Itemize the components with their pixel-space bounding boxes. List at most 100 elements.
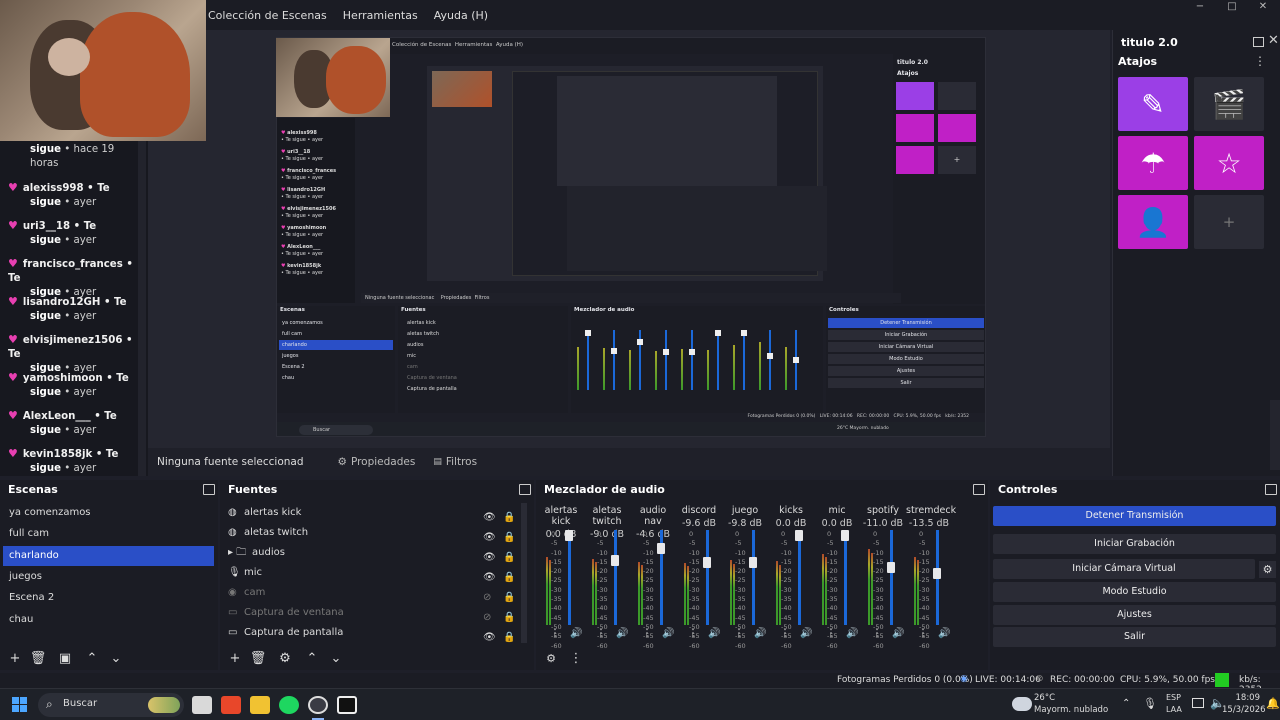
channel-menu-icon[interactable]: ⋮ bbox=[872, 628, 882, 639]
channel-menu-icon[interactable]: ⋮ bbox=[688, 628, 698, 639]
volume-slider[interactable] bbox=[933, 567, 941, 579]
close-button[interactable]: ✕ bbox=[1246, 0, 1280, 14]
speaker-icon[interactable]: 🔊 bbox=[800, 628, 812, 639]
volume-meter[interactable]: 0 -5 -10 -15 -20 -25 -30 -35 -40 -45 -50 -55 -60 bbox=[776, 530, 806, 650]
clock-date[interactable]: 15/3/2026 bbox=[1222, 705, 1266, 715]
channel-menu-icon[interactable]: ⋮ bbox=[734, 628, 744, 639]
speaker-icon[interactable]: 🔊 bbox=[892, 628, 904, 639]
volume-track[interactable] bbox=[752, 530, 755, 625]
volume-track[interactable] bbox=[844, 530, 847, 625]
scene-item[interactable]: chau bbox=[3, 610, 214, 630]
source-item[interactable]: ◉ cam ⊘ 🔒 bbox=[228, 583, 518, 603]
source-item[interactable]: ▭ Captura de ventana ⊘ 🔒 bbox=[228, 603, 518, 623]
delete-scene-button[interactable]: 🗑 bbox=[29, 650, 47, 668]
float-panel-icon[interactable] bbox=[519, 484, 531, 495]
menu-help[interactable]: Ayuda (H) bbox=[434, 9, 488, 22]
file-explorer-icon[interactable] bbox=[250, 696, 270, 714]
add-source-button[interactable]: + bbox=[226, 650, 244, 668]
filters-button[interactable]: ▤ Filtros bbox=[427, 453, 483, 471]
channel-menu-icon[interactable]: ⋮ bbox=[826, 628, 836, 639]
scene-item[interactable]: charlando bbox=[3, 545, 214, 566]
speaker-icon[interactable]: 🔊 bbox=[616, 628, 628, 639]
minimize-button[interactable]: − bbox=[1183, 0, 1217, 14]
move-up-button[interactable]: ⌃ bbox=[303, 650, 321, 668]
volume-track[interactable] bbox=[706, 530, 709, 625]
control-button-6[interactable]: Salir bbox=[993, 627, 1276, 647]
mixer-menu-button[interactable]: ⋮ bbox=[567, 650, 585, 668]
virtual-camera-settings-icon[interactable]: ⚙ bbox=[1259, 561, 1276, 578]
control-button-2[interactable]: Iniciar Grabación bbox=[993, 534, 1276, 554]
float-panel-icon[interactable] bbox=[203, 484, 215, 495]
move-up-button[interactable]: ⌃ bbox=[83, 650, 101, 668]
sources-scrollbar[interactable] bbox=[521, 503, 527, 643]
speaker-icon[interactable]: 🔊 bbox=[938, 628, 950, 639]
volume-meter[interactable]: 0 -5 -10 -15 -20 -25 -30 -35 -40 -45 -50 -55 -60 bbox=[868, 530, 898, 650]
channel-menu-icon[interactable]: ⋮ bbox=[550, 628, 560, 639]
delete-source-button[interactable]: 🗑 bbox=[249, 650, 267, 668]
volume-slider[interactable] bbox=[611, 555, 619, 567]
control-button-5[interactable]: Ajustes bbox=[993, 605, 1276, 625]
add-scene-button[interactable]: + bbox=[6, 650, 24, 668]
taskbar-search[interactable]: ⌕ Buscar bbox=[38, 693, 184, 717]
network-icon[interactable] bbox=[1192, 698, 1204, 708]
menu-tools[interactable]: Herramientas bbox=[343, 9, 418, 22]
speaker-icon[interactable]: 🔊 bbox=[754, 628, 766, 639]
volume-meter[interactable]: 0 -5 -10 -15 -20 -25 -30 -35 -40 -45 -50 -55 -60 bbox=[546, 530, 576, 650]
streamdeck-icon[interactable] bbox=[337, 696, 357, 714]
scene-item[interactable]: Escena 2 bbox=[3, 588, 214, 608]
menu-scene-collection[interactable]: Colección de Escenas bbox=[208, 9, 327, 22]
speaker-icon[interactable]: 🔊 bbox=[570, 628, 582, 639]
scene-filters-button[interactable]: ▣ bbox=[56, 650, 74, 668]
source-item[interactable]: ◍ alertas kick 👁 🔒 bbox=[228, 503, 518, 523]
volume-meter[interactable]: 0 -5 -10 -15 -20 -25 -30 -35 -40 -45 -50 -55 -60 bbox=[914, 530, 944, 650]
volume-slider[interactable] bbox=[657, 542, 665, 554]
shortcut-tile[interactable]: 👤 bbox=[1118, 195, 1188, 249]
volume-track[interactable] bbox=[568, 530, 571, 625]
eye-icon[interactable]: 👁 bbox=[483, 628, 496, 648]
volume-track[interactable] bbox=[798, 530, 801, 625]
speaker-icon[interactable]: 🔊 bbox=[708, 628, 720, 639]
lang-code[interactable]: ESP bbox=[1166, 693, 1181, 702]
scene-item[interactable]: full cam bbox=[3, 524, 214, 544]
volume-meter[interactable]: 0 -5 -10 -15 -20 -25 -30 -35 -40 -45 -50 -55 -60 bbox=[638, 530, 668, 650]
more-options-icon[interactable]: ⋮ bbox=[1254, 54, 1266, 68]
dock-scrollbar[interactable] bbox=[1270, 400, 1280, 470]
volume-meter[interactable]: 0 -5 -10 -15 -20 -25 -30 -35 -40 -45 -50 -55 -60 bbox=[730, 530, 760, 650]
tray-chevron-icon[interactable]: ⌃ bbox=[1122, 698, 1130, 709]
advanced-audio-button[interactable]: ⚙ bbox=[542, 650, 560, 668]
shortcut-tile[interactable]: ☆ bbox=[1194, 136, 1264, 190]
scene-item[interactable]: ya comenzamos bbox=[3, 503, 214, 523]
lock-icon[interactable]: 🔒 bbox=[503, 628, 515, 648]
speaker-icon[interactable]: 🔊 bbox=[662, 628, 674, 639]
source-properties-button[interactable]: ⚙ bbox=[276, 650, 294, 668]
clock-time[interactable]: 18:09 bbox=[1228, 693, 1261, 703]
control-button-3[interactable]: Iniciar Cámara Virtual bbox=[993, 559, 1255, 579]
float-panel-icon[interactable] bbox=[973, 484, 985, 495]
channel-menu-icon[interactable]: ⋮ bbox=[642, 628, 652, 639]
volume-slider[interactable] bbox=[749, 556, 757, 568]
float-dock-icon[interactable] bbox=[1253, 37, 1264, 47]
properties-button[interactable]: ⚙ Propiedades bbox=[332, 453, 422, 471]
speaker-icon[interactable]: 🔊 bbox=[846, 628, 858, 639]
volume-meter[interactable]: 0 -5 -10 -15 -20 -25 -30 -35 -40 -45 -50 -55 -60 bbox=[822, 530, 852, 650]
volume-slider[interactable] bbox=[703, 556, 711, 568]
lang-layout[interactable]: LAA bbox=[1166, 705, 1182, 714]
maximize-button[interactable]: □ bbox=[1215, 0, 1249, 14]
spotify-icon[interactable] bbox=[279, 696, 299, 714]
channel-menu-icon[interactable]: ⋮ bbox=[918, 628, 928, 639]
close-dock-icon[interactable]: ✕ bbox=[1268, 33, 1279, 48]
volume-slider[interactable] bbox=[887, 561, 895, 573]
control-button-1[interactable]: Detener Transmisión bbox=[993, 506, 1276, 526]
float-panel-icon[interactable] bbox=[1265, 484, 1277, 495]
source-item[interactable]: ◍ aletas twitch 👁 🔒 bbox=[228, 523, 518, 543]
volume-slider[interactable] bbox=[841, 530, 849, 541]
mic-tray-icon[interactable]: 🎙 bbox=[1143, 697, 1157, 710]
shortcut-tile[interactable]: ☂ bbox=[1118, 136, 1188, 190]
volume-slider[interactable] bbox=[795, 530, 803, 541]
channel-menu-icon[interactable]: ⋮ bbox=[780, 628, 790, 639]
shortcut-tile[interactable]: 🎬 bbox=[1194, 77, 1264, 131]
control-button-4[interactable]: Modo Estudio bbox=[993, 582, 1276, 602]
task-view-icon[interactable] bbox=[192, 696, 212, 714]
volume-meter[interactable]: 0 -5 -10 -15 -20 -25 -30 -35 -40 -45 -50 -55 -60 bbox=[684, 530, 714, 650]
brave-icon[interactable] bbox=[221, 696, 241, 714]
